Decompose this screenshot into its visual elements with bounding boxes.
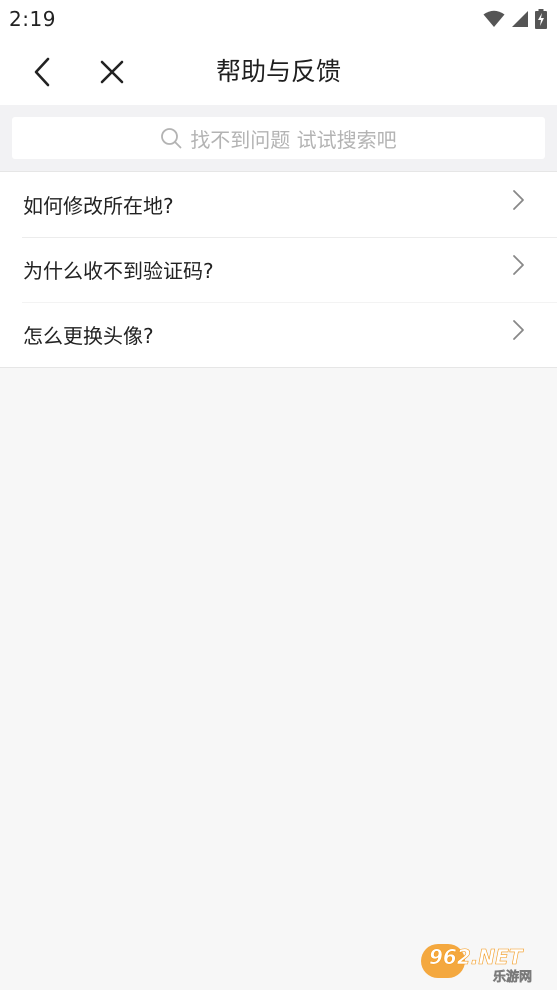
cell-signal-icon	[512, 11, 528, 27]
back-button[interactable]	[22, 52, 62, 92]
help-feedback-screen: 2:19 帮助与反馈 找不到问题 试试搜索吧 如何修改所在地? 为什么收不到验证…	[0, 0, 557, 990]
chevron-right-icon	[513, 320, 524, 340]
battery-charging-icon	[535, 9, 547, 29]
page-title: 帮助与反馈	[215, 57, 341, 86]
chevron-right-icon	[513, 255, 524, 275]
close-icon	[100, 60, 124, 84]
faq-list: 如何修改所在地? 为什么收不到验证码? 怎么更换头像?	[0, 171, 557, 368]
status-time: 2:19	[9, 7, 56, 31]
watermark-brand: 962.NET	[429, 945, 524, 969]
faq-item-label: 为什么收不到验证码?	[23, 259, 214, 283]
close-button[interactable]	[92, 52, 132, 92]
chevron-left-icon	[34, 57, 50, 87]
search-input[interactable]: 找不到问题 试试搜索吧	[12, 117, 545, 159]
app-header: 帮助与反馈	[0, 38, 557, 105]
faq-item-label: 怎么更换头像?	[23, 324, 154, 348]
watermark-logo: 962.NET 乐游网	[421, 944, 532, 984]
status-icons	[483, 9, 547, 29]
search-bar-container: 找不到问题 试试搜索吧	[0, 105, 557, 171]
faq-item-no-verification-code[interactable]: 为什么收不到验证码?	[0, 237, 557, 302]
faq-item-change-avatar[interactable]: 怎么更换头像?	[0, 302, 557, 367]
chevron-right-icon	[513, 190, 524, 210]
search-icon	[161, 128, 182, 149]
search-placeholder: 找不到问题 试试搜索吧	[190, 127, 397, 152]
faq-item-change-location[interactable]: 如何修改所在地?	[0, 172, 557, 237]
wifi-icon	[483, 10, 505, 27]
faq-item-label: 如何修改所在地?	[23, 194, 174, 218]
status-bar: 2:19	[0, 0, 557, 38]
watermark-subtitle: 乐游网	[493, 969, 532, 984]
